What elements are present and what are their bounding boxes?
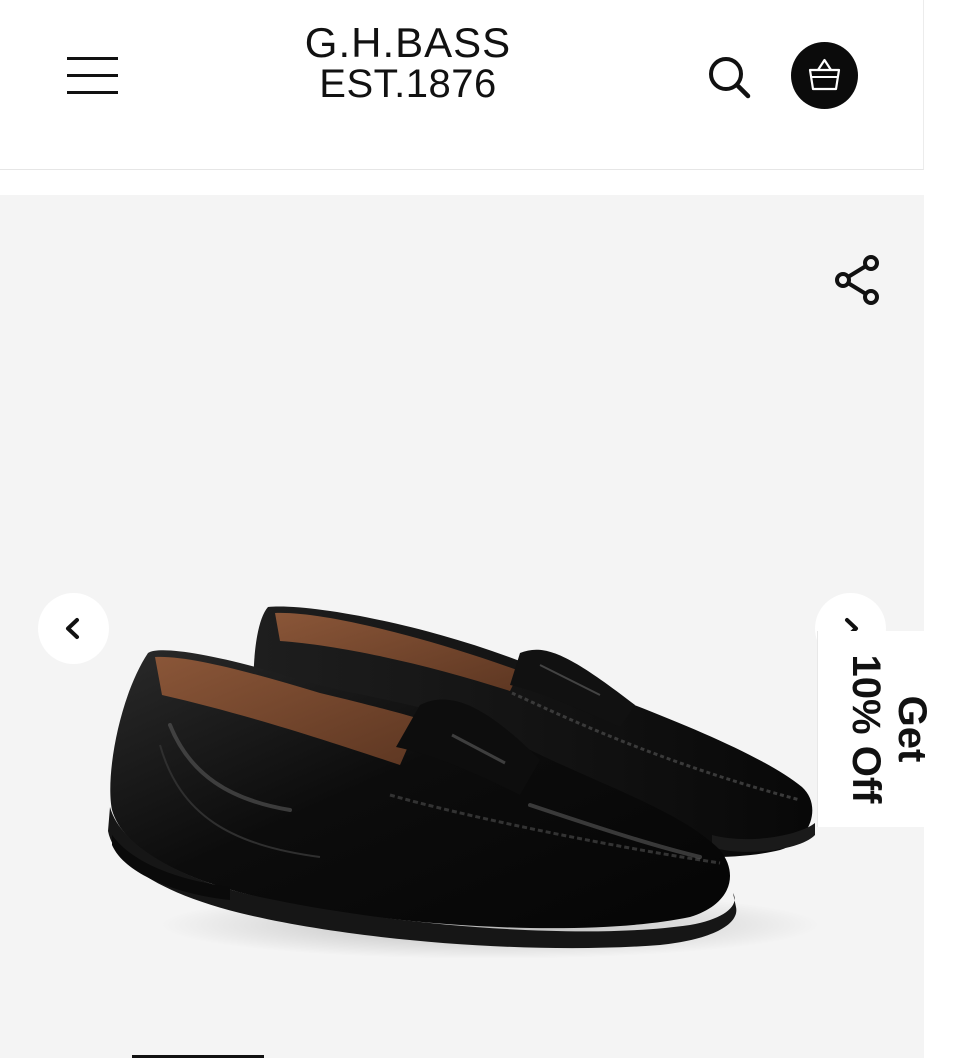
promo-line-2: 10% Off xyxy=(844,654,888,804)
logo-line-2: EST.1876 xyxy=(319,62,497,106)
share-icon[interactable] xyxy=(830,250,886,310)
chevron-left-icon xyxy=(66,618,79,639)
cart-button[interactable] xyxy=(791,42,858,109)
basket-icon xyxy=(808,58,841,91)
site-header: G.H.BASS EST.1876 xyxy=(0,0,924,170)
promo-line-1: Get xyxy=(890,695,934,763)
product-page: G.H.BASS EST.1876 Get 10% Off xyxy=(0,0,960,1058)
black-penny-loafers-image xyxy=(108,606,820,959)
previous-image-button[interactable] xyxy=(38,593,109,664)
page-edge xyxy=(924,0,960,1058)
brand-logo[interactable]: G.H.BASS EST.1876 xyxy=(280,19,536,106)
search-icon[interactable] xyxy=(702,50,756,104)
logo-line-1: G.H.BASS xyxy=(304,19,512,66)
hamburger-menu-icon[interactable] xyxy=(62,50,122,100)
promo-label: Get 10% Off xyxy=(843,655,935,804)
discount-promo-tab[interactable]: Get 10% Off xyxy=(817,631,960,827)
